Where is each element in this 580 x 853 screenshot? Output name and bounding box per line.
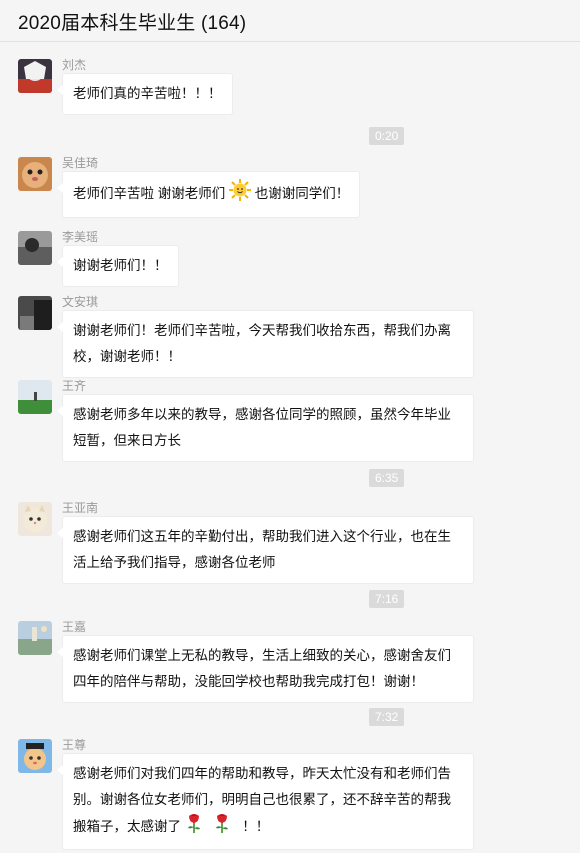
message-bubble[interactable]: 感谢老师们课堂上无私的教导，生活上细致的关心，感谢舍友们 四年的陪伴与帮助，没能… <box>57 635 474 703</box>
message-text: 搬箱子，太感谢了 <box>73 819 181 835</box>
timestamp: 7:32 <box>369 708 405 726</box>
message-bubble[interactable]: 感谢老师多年以来的教导，感谢各位同学的照顾，虽然今年毕业 短暂，但来日方长 <box>57 394 474 462</box>
message-text-line: 活上给予我们指导，感谢各位老师 <box>73 555 276 570</box>
message-bubble[interactable]: 谢谢老师们！！ <box>57 245 179 287</box>
avatar[interactable] <box>18 59 52 93</box>
rose-emoji-icon <box>213 813 231 842</box>
sender-name: 王亚南 <box>62 501 99 515</box>
avatar[interactable] <box>18 296 52 330</box>
sender-name: 文安琪 <box>62 295 99 309</box>
message-bubble[interactable]: 感谢老师们对我们四年的帮助和教导，昨天太忙没有和老师们告 别。谢谢各位女老师们，… <box>57 753 474 850</box>
message-text-line: 感谢老师们对我们四年的帮助和教导，昨天太忙没有和老师们告 <box>73 766 451 781</box>
message-bubble[interactable]: 老师们真的辛苦啦！！！ <box>57 73 233 115</box>
message-text-line: 别。谢谢各位女老师们，明明自己也很累了，还不辞辛苦的帮我 <box>73 792 451 807</box>
message-text-line: 四年的陪伴与帮助，没能回学校也帮助我完成打包！谢谢！ <box>73 674 424 689</box>
sender-name: 吴佳琦 <box>62 156 99 170</box>
timestamp: 6:35 <box>369 469 405 487</box>
message-text-line: 校，谢谢老师！！ <box>73 349 181 364</box>
avatar[interactable] <box>18 502 52 536</box>
sender-name: 王齐 <box>62 379 87 393</box>
sender-name: 刘杰 <box>62 58 87 72</box>
sender-name: 王尊 <box>62 738 87 752</box>
sender-name: 王嘉 <box>62 620 87 634</box>
message-list[interactable]: 刘杰 老师们真的辛苦啦！！！ 0:20 吴佳琦 老师们辛苦啦 谢谢老师们 也谢谢… <box>0 43 580 853</box>
message-bubble[interactable]: 谢谢老师们！老师们辛苦啦，今天帮我们收拾东西，帮我们办离 校，谢谢老师！！ <box>57 310 474 378</box>
message-text-line: 感谢老师们课堂上无私的教导，生活上细致的关心，感谢舍友们 <box>73 648 451 663</box>
message-text: 老师们辛苦啦 谢谢老师们 <box>73 186 226 202</box>
message-text-line: 搬箱子，太感谢了 ！！ <box>73 813 463 842</box>
avatar[interactable] <box>18 380 52 414</box>
message-text: 谢谢老师们！！ <box>73 258 168 273</box>
avatar[interactable] <box>18 621 52 655</box>
message-text: 也谢谢同学们！ <box>254 186 350 202</box>
timestamp: 7:16 <box>369 590 405 608</box>
avatar[interactable] <box>18 157 52 191</box>
message-bubble[interactable]: 感谢老师们这五年的辛勤付出，帮助我们进入这个行业，也在生 活上给予我们指导，感谢… <box>57 516 474 584</box>
timestamp: 0:20 <box>369 127 405 145</box>
rose-emoji-icon <box>185 813 203 842</box>
avatar[interactable] <box>18 231 52 265</box>
sun-face-emoji-icon <box>229 179 252 210</box>
chat-header: 2020届本科生毕业生 (164) <box>0 0 580 42</box>
message-text: ！！ <box>242 819 270 835</box>
message-text: 老师们真的辛苦啦！！！ <box>73 86 222 101</box>
message-text-line: 感谢老师多年以来的教导，感谢各位同学的照顾，虽然今年毕业 <box>73 407 451 422</box>
message-text-line: 短暂，但来日方长 <box>73 433 181 448</box>
message-text-line: 谢谢老师们！老师们辛苦啦，今天帮我们收拾东西，帮我们办离 <box>73 323 451 338</box>
message-text-line: 感谢老师们这五年的辛勤付出，帮助我们进入这个行业，也在生 <box>73 529 451 544</box>
message-bubble[interactable]: 老师们辛苦啦 谢谢老师们 也谢谢同学们！ <box>56 171 361 218</box>
sender-name: 李美瑶 <box>62 230 99 244</box>
avatar[interactable] <box>18 739 52 773</box>
chat-title: 2020届本科生毕业生 (164) <box>18 13 247 34</box>
